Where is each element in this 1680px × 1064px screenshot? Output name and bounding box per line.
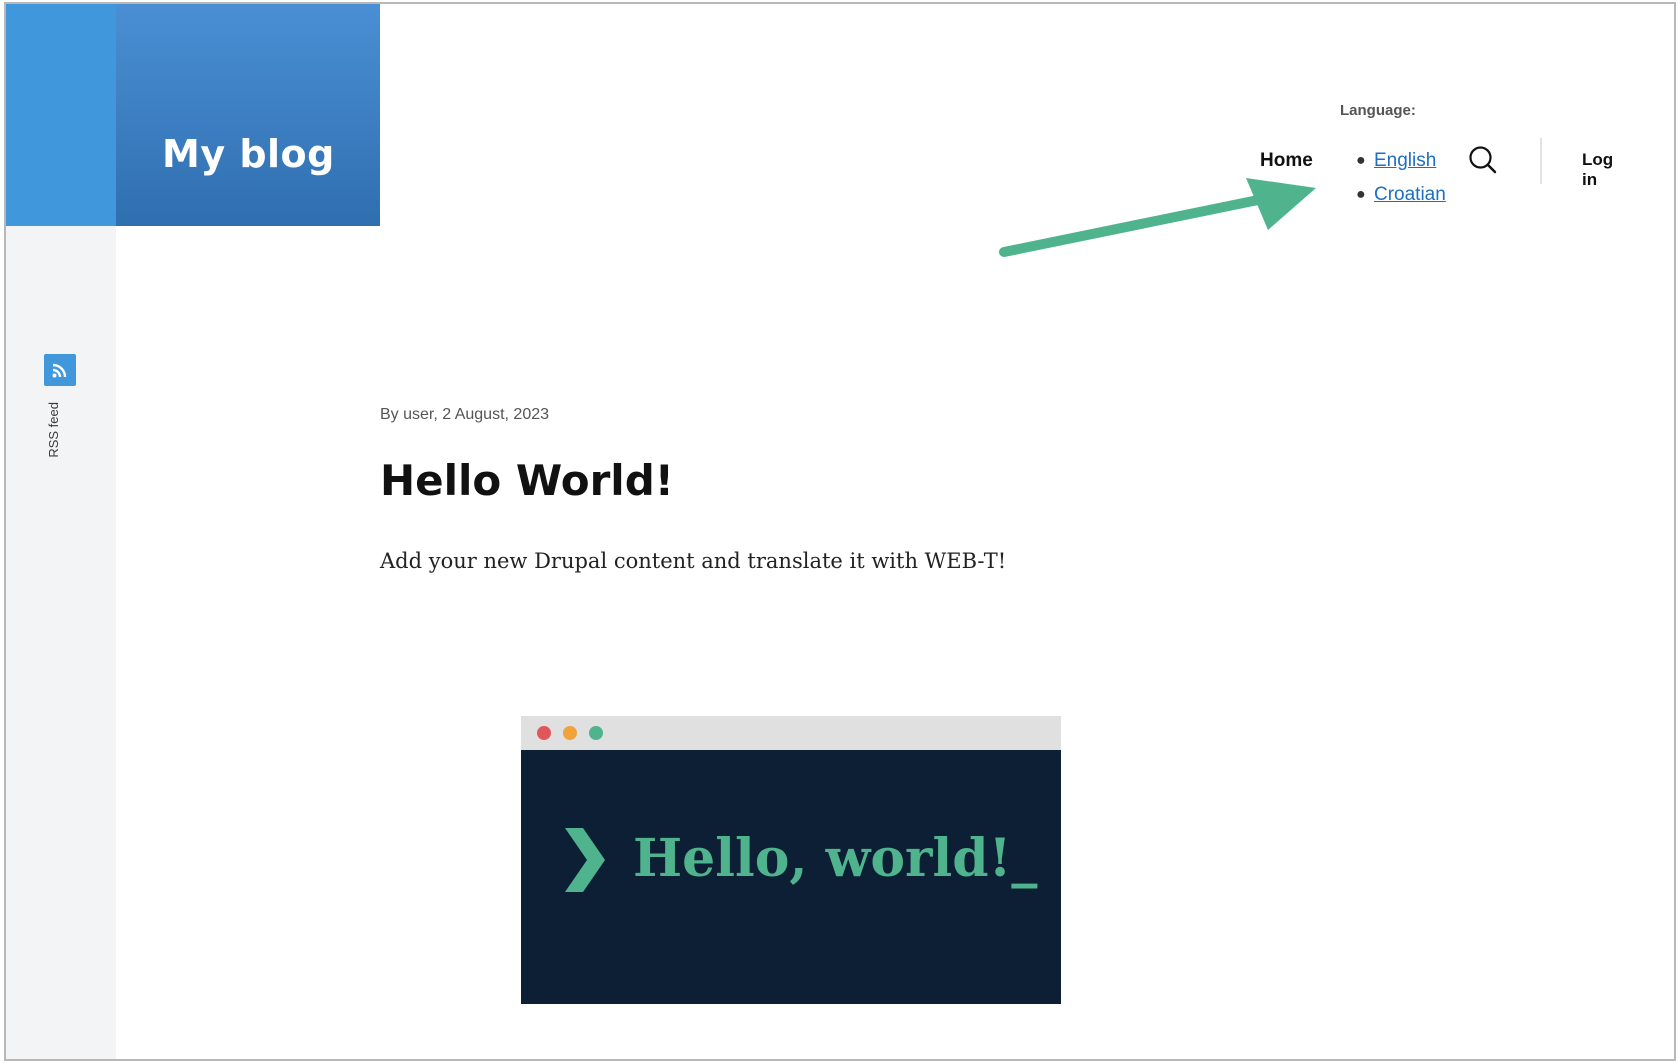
bullet-icon: ●: [1356, 152, 1366, 169]
annotation-arrow-icon: [999, 178, 1316, 257]
close-dot-icon: [537, 726, 551, 740]
site-branding[interactable]: My blog: [116, 4, 380, 226]
minimize-dot-icon: [563, 726, 577, 740]
search-button[interactable]: [1466, 143, 1500, 177]
article-image: Hello, world!_: [521, 716, 1061, 1004]
login-link[interactable]: Log in: [1582, 150, 1613, 190]
language-link-croatian[interactable]: Croatian: [1374, 184, 1446, 206]
rss-feed-link[interactable]: RSS feed: [44, 354, 76, 458]
article-title: Hello World!: [380, 456, 674, 505]
window-titlebar: [521, 716, 1061, 750]
nav-home-link[interactable]: Home: [1260, 150, 1313, 172]
browser-viewport: RSS feed My blog Home Language: ● Englis…: [4, 2, 1676, 1061]
language-item-croatian: ● Croatian: [1356, 184, 1446, 218]
chevron-right-icon: [565, 828, 605, 892]
language-item-english: ● English: [1356, 150, 1446, 184]
search-icon: [1469, 146, 1497, 174]
maximize-dot-icon: [589, 726, 603, 740]
left-rail-top: [6, 4, 116, 226]
terminal-screen: Hello, world!_: [521, 750, 1061, 1004]
language-link-english[interactable]: English: [1374, 150, 1436, 172]
language-switcher-heading: Language:: [1340, 102, 1416, 119]
rss-feed-label: RSS feed: [46, 402, 61, 458]
article-meta: By user, 2 August, 2023: [380, 406, 550, 423]
left-rail: RSS feed: [6, 4, 116, 1059]
header-divider: [1540, 138, 1542, 184]
article-body: Add your new Drupal content and translat…: [380, 549, 1007, 573]
site-name[interactable]: My blog: [162, 132, 335, 176]
terminal-text: Hello, world!_: [633, 828, 1038, 889]
language-switcher: ● English ● Croatian: [1356, 150, 1446, 218]
rss-icon: [44, 354, 76, 386]
bullet-icon: ●: [1356, 186, 1366, 203]
